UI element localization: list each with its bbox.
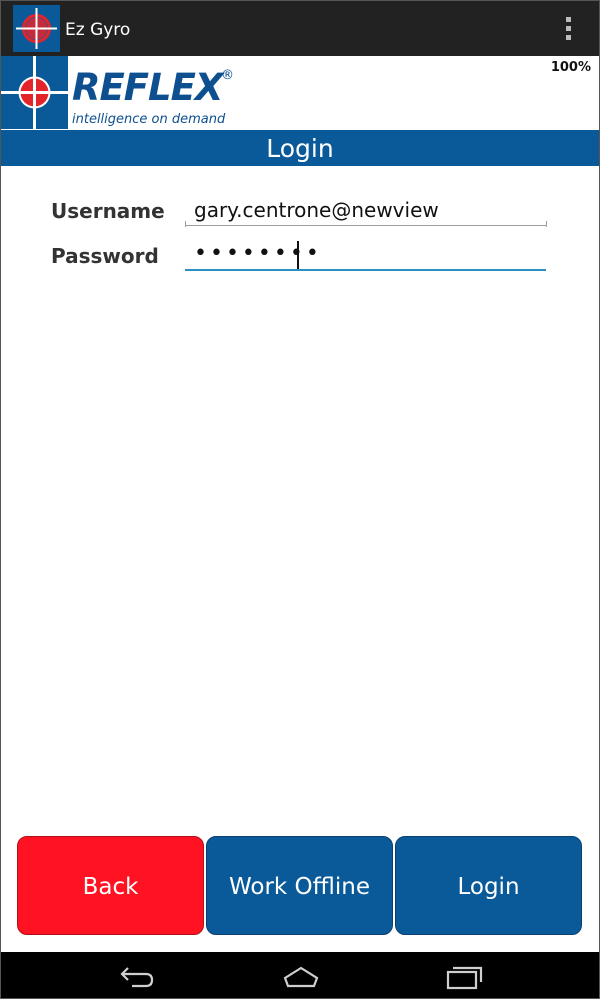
back-icon[interactable] [118, 962, 158, 990]
app-window: Ez Gyro REFLEX ® intelligence on demand … [0, 0, 600, 999]
field-edge [546, 221, 547, 227]
brand-tagline: intelligence on demand [72, 112, 226, 127]
work-offline-button[interactable]: Work Offline [206, 836, 393, 935]
brand-name: REFLEX [72, 66, 223, 109]
recents-icon[interactable] [444, 962, 484, 990]
app-icon[interactable] [13, 5, 60, 52]
login-button[interactable]: Login [395, 836, 582, 935]
back-button[interactable]: Back [17, 836, 204, 935]
field-edge [185, 221, 186, 227]
action-bar: Ez Gyro [1, 1, 599, 56]
registered-mark: ® [221, 68, 234, 83]
username-field[interactable] [185, 194, 546, 226]
overflow-menu-icon[interactable] [561, 15, 575, 43]
battery-level: 100% [550, 60, 591, 75]
password-masked-value: •••••••• [194, 241, 322, 266]
reflex-logo-icon [1, 56, 68, 129]
page-title: Login [1, 130, 599, 166]
text-cursor [297, 241, 299, 269]
system-nav-bar [1, 952, 599, 998]
home-icon[interactable] [281, 962, 321, 990]
password-label: Password [51, 244, 159, 268]
username-label: Username [51, 199, 165, 223]
brand-header: REFLEX ® intelligence on demand 100% [1, 56, 599, 129]
app-title: Ez Gyro [65, 20, 131, 40]
